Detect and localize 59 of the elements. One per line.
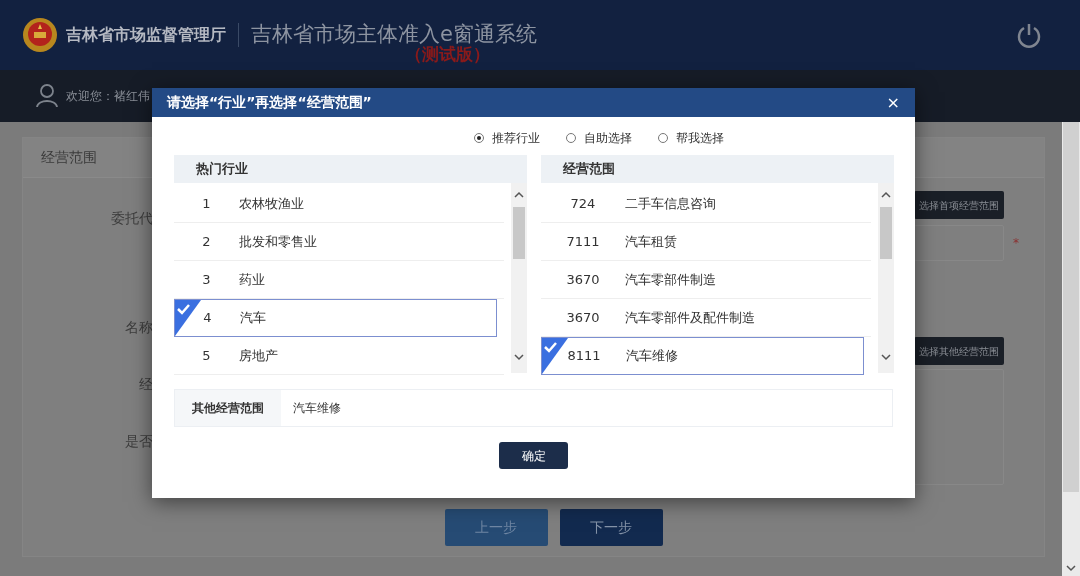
- row-number: 8111: [567, 347, 601, 366]
- form-label: 是否: [125, 432, 153, 451]
- test-version-label: （测试版）: [405, 44, 490, 66]
- user-icon: [36, 84, 58, 108]
- list-row[interactable]: 4 汽车: [174, 299, 497, 337]
- row-name: 药业: [239, 270, 265, 289]
- row-number: 724: [570, 194, 596, 213]
- form-label: 委托代: [111, 209, 153, 228]
- select-first-scope-button[interactable]: 选择首项经营范围: [914, 191, 1004, 219]
- other-scope-label: 其他经营范围: [175, 390, 281, 426]
- emblem-logo: [22, 17, 58, 53]
- list-row[interactable]: 3 药业: [174, 261, 504, 299]
- panel-title: 热门行业: [195, 160, 248, 179]
- confirm-button[interactable]: 确定: [499, 442, 568, 469]
- list-row[interactable]: 7111 汽车租赁: [541, 223, 871, 261]
- other-scope-value: 汽车维修: [293, 400, 341, 417]
- form-label: 名称: [125, 318, 153, 337]
- power-icon[interactable]: [1015, 21, 1043, 49]
- radio-option[interactable]: 帮我选择: [657, 129, 724, 147]
- required-mark: *: [1013, 235, 1019, 252]
- row-number: 4: [203, 309, 212, 328]
- row-name: 汽车零部件及配件制造: [625, 308, 755, 327]
- row-number: 7111: [566, 232, 600, 251]
- list-row[interactable]: 5 房地产: [174, 337, 504, 375]
- row-name: 汽车租赁: [625, 232, 677, 251]
- select-other-scope-button[interactable]: 选择其他经营范围: [914, 337, 1004, 365]
- list-row[interactable]: 3670 汽车零部件及配件制造: [541, 299, 871, 337]
- row-name: 汽车维修: [626, 347, 678, 366]
- next-button[interactable]: 下一步: [559, 509, 663, 546]
- list-row[interactable]: 8111 汽车维修: [541, 337, 864, 375]
- radio-option[interactable]: 推荐行业: [473, 129, 540, 147]
- row-name: 房地产: [239, 346, 278, 365]
- list-row[interactable]: 2 批发和零售业: [174, 223, 504, 261]
- row-number: 3: [202, 270, 211, 289]
- list-row[interactable]: 3670 汽车零部件制造: [541, 261, 871, 299]
- list-row[interactable]: 724 二手车信息咨询: [541, 185, 871, 223]
- dialog-title: 请选择“行业”再选择“经营范围”: [167, 93, 372, 112]
- row-number: 2: [202, 232, 211, 251]
- system-title: 吉林省市场主体准入e窗通系统: [251, 21, 537, 47]
- row-name: 二手车信息咨询: [625, 194, 716, 213]
- greeting-text: 欢迎您：褚红伟: [66, 88, 150, 105]
- form-label: 经: [139, 375, 153, 394]
- row-number: 5: [202, 346, 211, 365]
- row-name: 农林牧渔业: [239, 194, 304, 213]
- scrollbar[interactable]: [511, 183, 527, 373]
- row-name: 批发和零售业: [239, 232, 317, 251]
- panel-title: 经营范围: [562, 160, 615, 179]
- row-name: 汽车: [240, 309, 266, 328]
- page-scrollbar[interactable]: [1062, 122, 1080, 576]
- row-number: 1: [202, 194, 211, 213]
- org-name: 吉林省市场监督管理厅: [66, 24, 226, 46]
- row-name: 汽车零部件制造: [625, 270, 716, 289]
- scrollbar[interactable]: [878, 183, 894, 373]
- row-number: 3670: [566, 308, 600, 327]
- radio-option[interactable]: 自助选择: [565, 129, 632, 147]
- close-button[interactable]: ×: [886, 94, 900, 111]
- list-row[interactable]: 1 农林牧渔业: [174, 185, 504, 223]
- row-number: 3670: [566, 270, 600, 289]
- section-title: 经营范围: [41, 148, 97, 167]
